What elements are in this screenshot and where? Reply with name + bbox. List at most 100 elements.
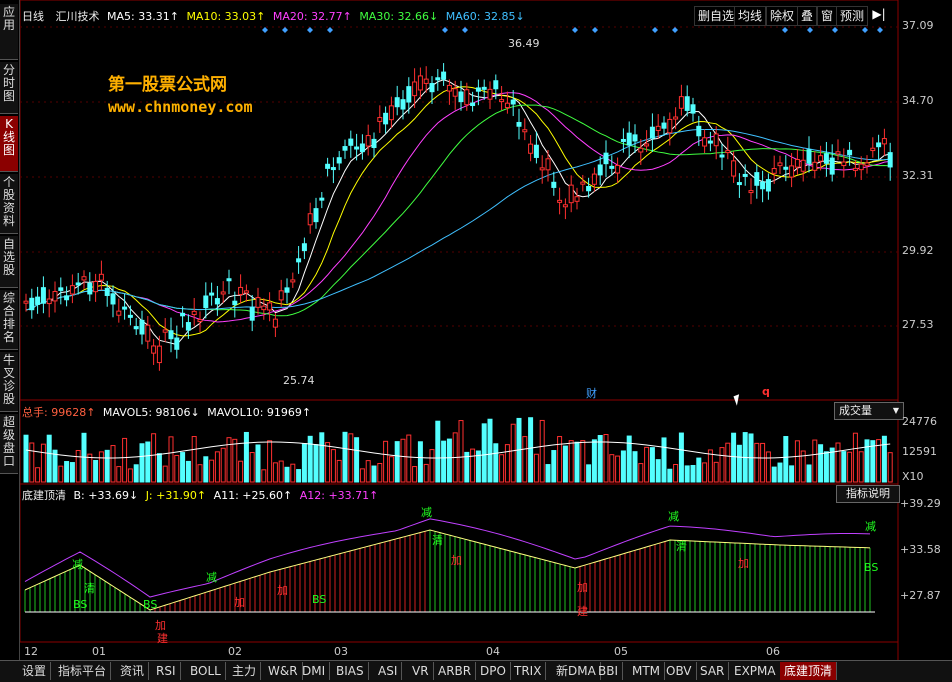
sidebar-item[interactable]: 分时图 bbox=[0, 62, 18, 114]
sidebar-item[interactable]: K线图 bbox=[0, 116, 18, 172]
candle-body bbox=[46, 298, 52, 305]
volume-bar bbox=[858, 451, 864, 483]
volume-bar bbox=[719, 447, 725, 483]
price-axis-label: 29.92 bbox=[902, 244, 934, 257]
bottom-tab[interactable]: BIAS bbox=[332, 662, 369, 680]
toolbar-button[interactable]: 均线 bbox=[734, 6, 767, 26]
volume-bar bbox=[794, 440, 800, 483]
bottom-tab[interactable]: W&R bbox=[264, 662, 303, 680]
candle-body bbox=[325, 163, 331, 169]
bottom-tab[interactable]: DPO bbox=[476, 662, 511, 680]
volume-bar bbox=[684, 465, 690, 483]
candle-body bbox=[806, 149, 812, 164]
candle-body bbox=[116, 310, 122, 316]
sidebar-item[interactable]: 自选股 bbox=[0, 236, 18, 288]
q-marker[interactable]: q bbox=[762, 385, 770, 398]
bottom-tab[interactable]: VR bbox=[408, 662, 434, 680]
volume-bar bbox=[562, 445, 568, 483]
volume-bar bbox=[818, 444, 824, 483]
indicator-axis-label: +39.29 bbox=[900, 497, 941, 510]
candle-body bbox=[702, 137, 708, 147]
signal-label: 减 bbox=[72, 558, 83, 571]
candle-body bbox=[609, 165, 615, 169]
bottom-tab[interactable]: RSI bbox=[152, 662, 181, 680]
sidebar-item[interactable]: 超级盘口 bbox=[0, 414, 18, 474]
bottom-tab[interactable]: OBV bbox=[662, 662, 697, 680]
candle-body bbox=[870, 147, 876, 152]
toolbar-button[interactable]: 窗 bbox=[817, 6, 838, 26]
candle-body bbox=[545, 158, 551, 171]
sidebar-item[interactable]: 个股资料 bbox=[0, 174, 18, 234]
toolbar-button[interactable]: 叠 bbox=[797, 6, 818, 26]
candle-body bbox=[707, 140, 713, 144]
ma5-value: MA5: 33.31↑ bbox=[107, 10, 179, 23]
bottom-tab[interactable]: MTM bbox=[628, 662, 666, 680]
volume-bar bbox=[557, 436, 563, 483]
signal-label: 加 bbox=[738, 557, 749, 570]
volume-bar bbox=[64, 461, 70, 483]
finance-marker[interactable]: 财 bbox=[586, 385, 597, 401]
candle-body bbox=[794, 159, 800, 168]
candle-body bbox=[754, 172, 760, 186]
candle-body bbox=[232, 300, 238, 306]
bottom-tab[interactable]: 设置 bbox=[18, 662, 52, 680]
indicator-help-button[interactable]: 指标说明 bbox=[836, 485, 900, 503]
candle-body bbox=[783, 166, 789, 170]
bottom-tab[interactable]: BBI bbox=[594, 662, 624, 680]
candle-body bbox=[458, 91, 464, 103]
bottom-tab[interactable]: 底建顶清 bbox=[780, 662, 838, 680]
signal-label: 清 bbox=[84, 582, 95, 595]
volume-bar bbox=[319, 432, 325, 483]
toolbar-button[interactable]: 删自选 bbox=[694, 6, 739, 26]
chevron-down-icon: ▼ bbox=[892, 406, 899, 415]
ma10-value: MA10: 33.03↑ bbox=[186, 10, 266, 23]
bottom-tab[interactable]: ARBR bbox=[434, 662, 477, 680]
toolbar-button[interactable]: 除权 bbox=[766, 6, 799, 26]
volume-bar bbox=[243, 431, 249, 483]
nav-arrow-icon[interactable]: ▶| bbox=[868, 7, 890, 23]
bottom-tab[interactable]: 主力 bbox=[228, 662, 262, 680]
candle-body bbox=[852, 167, 858, 171]
candle-body bbox=[267, 302, 273, 311]
bottom-tab[interactable]: EXPMA bbox=[730, 662, 781, 680]
bottom-tab[interactable]: BOLL bbox=[186, 662, 226, 680]
volume-bar bbox=[255, 444, 261, 483]
candle-body bbox=[133, 326, 139, 330]
candle-body bbox=[87, 282, 93, 295]
volume-bar bbox=[388, 456, 394, 483]
bottom-tab[interactable]: SAR bbox=[696, 662, 730, 680]
candle-body bbox=[203, 295, 209, 309]
volume-bar bbox=[209, 459, 215, 483]
volume-bar bbox=[75, 449, 81, 483]
volume-bar bbox=[412, 466, 418, 483]
bottom-tab[interactable]: TRIX bbox=[510, 662, 547, 680]
candle-body bbox=[597, 164, 603, 176]
volume-bar bbox=[406, 434, 412, 483]
volume-bar bbox=[180, 452, 186, 483]
candle-body bbox=[185, 322, 191, 331]
volume-bar bbox=[272, 462, 278, 483]
bottom-tab[interactable]: ASI bbox=[374, 662, 403, 680]
volume-bar bbox=[771, 466, 777, 483]
ma60-value: MA60: 32.85↓ bbox=[445, 10, 525, 23]
volume-indicator-select[interactable]: 成交量 ▼ bbox=[834, 402, 904, 420]
volume-bar bbox=[156, 453, 162, 483]
signal-label: 减 bbox=[206, 571, 217, 584]
candle-body bbox=[336, 157, 342, 164]
sidebar-item[interactable]: 牛叉诊股 bbox=[0, 352, 18, 412]
volume-bar bbox=[847, 451, 853, 483]
sidebar-item[interactable]: 综合排名 bbox=[0, 290, 18, 350]
volume-bar bbox=[644, 446, 650, 483]
bottom-tab[interactable]: 资讯 bbox=[116, 662, 150, 680]
candle-body bbox=[818, 155, 824, 162]
candle-body bbox=[528, 143, 534, 154]
volume-bar bbox=[104, 449, 110, 483]
stock-name: 汇川技术 bbox=[55, 10, 100, 23]
bottom-tab[interactable]: DMI bbox=[298, 662, 331, 680]
volume-bar bbox=[58, 465, 64, 483]
sidebar-item[interactable]: 应用 bbox=[0, 4, 18, 60]
volume-bar bbox=[690, 464, 696, 483]
candle-body bbox=[516, 121, 522, 127]
toolbar-button[interactable]: 预测 bbox=[836, 6, 869, 26]
bottom-tab[interactable]: 指标平台 bbox=[54, 662, 112, 680]
